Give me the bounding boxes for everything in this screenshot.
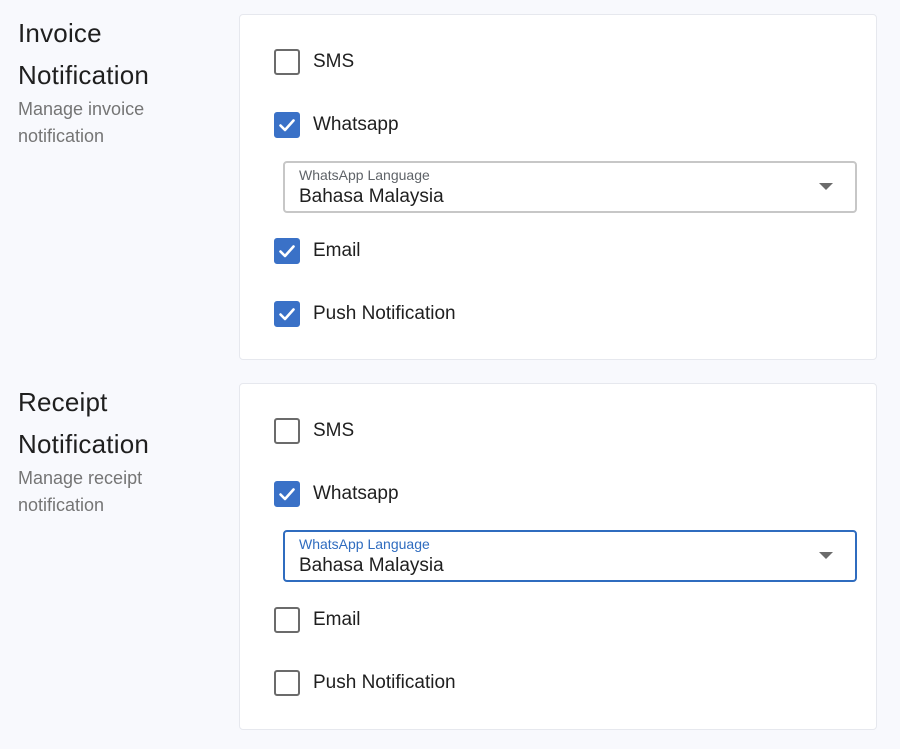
whatsapp-checkbox[interactable] [274,481,300,507]
sms-label: SMS [313,51,355,72]
dropdown-arrow-icon[interactable] [819,552,833,559]
whatsapp-language-value: Bahasa Malaysia [299,555,444,576]
receipt-options-card: SMS Whatsapp WhatsApp Language Bahasa Ma… [239,383,877,730]
section-title-line1: Invoice [18,18,102,48]
whatsapp-language-select[interactable]: WhatsApp Language Bahasa Malaysia [283,530,857,582]
dropdown-arrow-icon[interactable] [819,183,833,190]
email-option[interactable]: Email [274,237,361,265]
whatsapp-language-value: Bahasa Malaysia [299,186,444,207]
whatsapp-label: Whatsapp [313,483,399,504]
email-checkbox[interactable] [274,607,300,633]
section-title-line2: Notification [18,429,150,459]
whatsapp-language-label: WhatsApp Language [299,536,430,552]
section-description: Manage receipt notification [18,468,143,515]
sms-checkbox[interactable] [274,418,300,444]
push-notification-label: Push Notification [313,303,456,324]
whatsapp-language-label: WhatsApp Language [299,167,430,183]
whatsapp-checkbox[interactable] [274,112,300,138]
email-label: Email [313,240,361,261]
email-label: Email [313,609,361,630]
sms-label: SMS [313,420,355,441]
push-notification-option[interactable]: Push Notification [274,669,456,697]
receipt-notification-section: Receipt Notification Manage receipt noti… [0,369,900,749]
section-title: Invoice Notification [18,12,218,96]
section-title-line2: Notification [18,60,150,90]
sms-checkbox[interactable] [274,49,300,75]
section-title: Receipt Notification [18,381,218,465]
checkmark-icon [279,245,295,258]
email-checkbox[interactable] [274,238,300,264]
push-notification-checkbox[interactable] [274,670,300,696]
sms-option[interactable]: SMS [274,48,354,76]
invoice-options-card: SMS Whatsapp WhatsApp Language Bahasa Ma… [239,14,877,360]
checkmark-icon [279,308,295,321]
checkmark-icon [279,119,295,132]
whatsapp-option[interactable]: Whatsapp [274,111,399,139]
invoice-notification-section: Invoice Notification Manage invoice noti… [0,0,900,369]
checkmark-icon [279,488,295,501]
whatsapp-option[interactable]: Whatsapp [274,480,399,508]
email-option[interactable]: Email [274,606,361,634]
section-description: Manage invoice notification [18,99,145,146]
push-notification-checkbox[interactable] [274,301,300,327]
whatsapp-language-select[interactable]: WhatsApp Language Bahasa Malaysia [283,161,857,213]
push-notification-option[interactable]: Push Notification [274,300,456,328]
whatsapp-label: Whatsapp [313,114,399,135]
section-title-line1: Receipt [18,387,108,417]
push-notification-label: Push Notification [313,672,456,693]
sms-option[interactable]: SMS [274,417,354,445]
